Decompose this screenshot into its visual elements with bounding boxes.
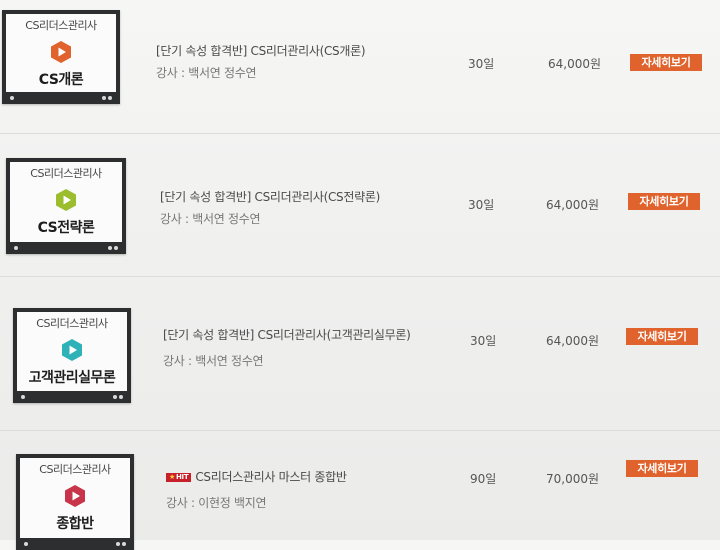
thumbnail-subject: CS개론 — [38, 72, 84, 88]
play-icon — [60, 338, 84, 362]
course-thumbnail[interactable]: CS리더스관리사 고객관리실무론 — [13, 308, 131, 403]
course-price: 70,000원 — [546, 472, 600, 486]
course-duration: 90일 — [470, 472, 497, 486]
course-row: CS리더스관리사 CS전략론 [단기 속성 합격반] CS리더관리사(CS전략론… — [0, 133, 720, 277]
course-instructor: 강사 : 백서연 정수연 — [156, 66, 257, 80]
view-details-button[interactable]: 자세히보기 — [626, 460, 698, 477]
thumbnail-control-bar — [17, 391, 127, 403]
thumbnail-control-bar — [10, 242, 122, 254]
thumbnail-subject: CS전략론 — [37, 220, 95, 236]
play-icon — [54, 188, 78, 212]
course-instructor: 강사 : 이현정 백지연 — [166, 496, 267, 510]
course-duration: 30일 — [468, 198, 495, 212]
hit-badge: ★HIT — [166, 473, 192, 482]
star-icon: ★ — [169, 473, 175, 481]
course-title[interactable]: ★HIT CS리더스관리사 마스터 종합반 — [166, 468, 347, 485]
thumbnail-title: CS리더스관리사 — [30, 167, 102, 180]
course-row: CS리더스관리사 종합반 ★HIT CS리더스관리사 마스터 종합반 강사 : 이… — [0, 430, 720, 550]
thumbnail-subject: 종합반 — [56, 516, 94, 532]
course-title[interactable]: [단기 속성 합격반] CS리더관리사(고객관리실무론) — [163, 326, 411, 343]
course-instructor: 강사 : 백서연 정수연 — [160, 212, 261, 226]
thumbnail-title: CS리더스관리사 — [36, 317, 108, 330]
play-icon — [49, 40, 73, 64]
course-price: 64,000원 — [546, 334, 600, 348]
thumbnail-title: CS리더스관리사 — [39, 463, 111, 476]
thumbnail-title: CS리더스관리사 — [25, 19, 97, 32]
course-price: 64,000원 — [546, 198, 600, 212]
course-row: CS리더스관리사 CS개론 [단기 속성 합격반] CS리더관리사(CS개론) … — [0, 0, 720, 134]
course-title-text: CS리더스관리사 마스터 종합반 — [195, 470, 347, 484]
view-details-button[interactable]: 자세히보기 — [628, 193, 700, 210]
course-price: 64,000원 — [548, 57, 602, 71]
course-title[interactable]: [단기 속성 합격반] CS리더관리사(CS개론) — [156, 42, 366, 59]
course-thumbnail[interactable]: CS리더스관리사 종합반 — [16, 454, 134, 550]
thumbnail-control-bar — [6, 92, 116, 104]
course-instructor: 강사 : 백서연 정수연 — [163, 354, 264, 368]
course-title[interactable]: [단기 속성 합격반] CS리더관리사(CS전략론) — [160, 188, 380, 205]
view-details-button[interactable]: 자세히보기 — [626, 328, 698, 345]
view-details-button[interactable]: 자세히보기 — [630, 54, 702, 71]
course-duration: 30일 — [468, 57, 495, 71]
course-row: CS리더스관리사 고객관리실무론 [단기 속성 합격반] CS리더관리사(고객관… — [0, 276, 720, 431]
course-duration: 30일 — [470, 334, 497, 348]
course-thumbnail[interactable]: CS리더스관리사 CS전략론 — [6, 158, 126, 254]
play-icon — [63, 484, 87, 508]
course-thumbnail[interactable]: CS리더스관리사 CS개론 — [2, 10, 120, 104]
hit-badge-label: HIT — [175, 473, 189, 481]
thumbnail-subject: 고객관리실무론 — [28, 370, 116, 386]
